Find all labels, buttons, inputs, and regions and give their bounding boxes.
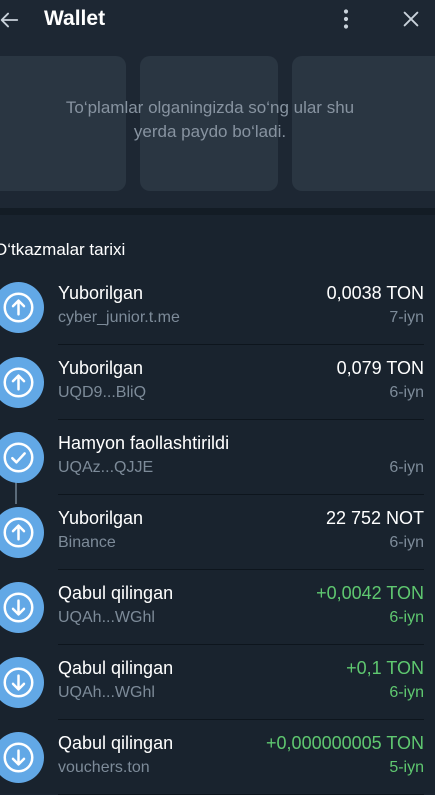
arrow-down-icon (3, 592, 34, 623)
empty-message-line: yerda paydo bo‘ladi. (133, 122, 287, 141)
more-vertical-icon[interactable] (334, 7, 358, 31)
transaction-title: Hamyon faollashtirildi (58, 433, 230, 453)
transaction-item[interactable]: Yuborilgan cyber_junior.t.me 0,0038 TON … (0, 270, 435, 345)
transaction-item[interactable]: Yuborilgan UQD9...BliQ 0,079 TON 6-iyn (0, 345, 435, 420)
transaction-counterparty: cyber_junior.t.me (58, 309, 180, 326)
transaction-icon (0, 732, 44, 783)
transaction-title: Qabul qilingan (58, 733, 174, 753)
collectibles-empty-message: To‘plamlar olganingizda so‘ng ular shu y… (0, 96, 420, 144)
transaction-item[interactable]: Yuborilgan Binance 22 752 NOT 6-iyn (0, 495, 435, 570)
close-icon[interactable] (400, 8, 422, 30)
transaction-date: 6-iyn (389, 459, 424, 476)
transaction-amount: 22 752 NOT (325, 508, 424, 528)
transaction-item[interactable]: Qabul qilingan vouchers.ton +0,000000005… (0, 720, 435, 795)
transaction-amount: +0,0042 TON (316, 583, 424, 603)
transaction-title: Yuborilgan (58, 283, 144, 303)
top-bar: Wallet (0, 0, 435, 40)
transaction-item[interactable]: Qabul qilingan UQAh...WGhl +0,1 TON 6-iy… (0, 645, 435, 720)
section-divider (0, 208, 435, 215)
page-title: Wallet (44, 7, 106, 30)
transaction-title: Qabul qilingan (58, 583, 174, 603)
transaction-date: 5-iyn (389, 759, 424, 776)
transaction-icon (0, 507, 44, 558)
transaction-date: 6-iyn (389, 609, 424, 626)
transaction-date: 6-iyn (389, 684, 424, 701)
transaction-counterparty: UQAh...WGhl (58, 684, 155, 701)
transaction-counterparty: vouchers.ton (58, 759, 150, 776)
transaction-counterparty: UQD9...BliQ (58, 384, 147, 401)
transaction-icon (0, 357, 44, 408)
transaction-title: Yuborilgan (58, 508, 144, 528)
transaction-icon (0, 282, 44, 333)
checkmark-icon (3, 442, 34, 473)
transaction-counterparty: UQAh...WGhl (58, 609, 155, 626)
transaction-amount: 0,0038 TON (326, 283, 424, 303)
arrow-down-icon (3, 742, 34, 773)
transaction-history: O‘tkazmalar tarixi Yuborilgan cyber_juni… (0, 215, 435, 795)
transaction-title: Yuborilgan (58, 358, 144, 378)
transaction-icon (0, 582, 44, 633)
transaction-amount: 0,079 TON (336, 358, 424, 378)
arrow-up-icon (3, 292, 34, 323)
transaction-date: 6-iyn (389, 384, 424, 401)
transaction-item[interactable]: Hamyon faollashtirildi UQAz...QJJE 6-iyn (0, 420, 435, 495)
arrow-up-icon (3, 517, 34, 548)
transaction-date: 6-iyn (389, 534, 424, 551)
transaction-date: 7-iyn (389, 309, 424, 326)
arrow-down-icon (3, 667, 34, 698)
transaction-counterparty: UQAz...QJJE (58, 459, 154, 476)
collectibles-section: To‘plamlar olganingizda so‘ng ular shu y… (0, 40, 435, 208)
transaction-counterparty: Binance (58, 534, 116, 551)
section-title: O‘tkazmalar tarixi (0, 240, 126, 259)
transaction-title: Qabul qilingan (58, 658, 174, 678)
transaction-amount: +0,1 TON (346, 658, 424, 678)
arrow-up-icon (3, 367, 34, 398)
transaction-icon (0, 432, 44, 483)
empty-message-line: To‘plamlar olganingizda so‘ng ular shu (65, 98, 355, 117)
transaction-icon (0, 657, 44, 708)
transaction-item[interactable]: Qabul qilingan UQAh...WGhl +0,0042 TON 6… (0, 570, 435, 645)
transaction-amount: +0,000000005 TON (266, 733, 424, 753)
arrow-left-icon[interactable] (0, 9, 20, 31)
